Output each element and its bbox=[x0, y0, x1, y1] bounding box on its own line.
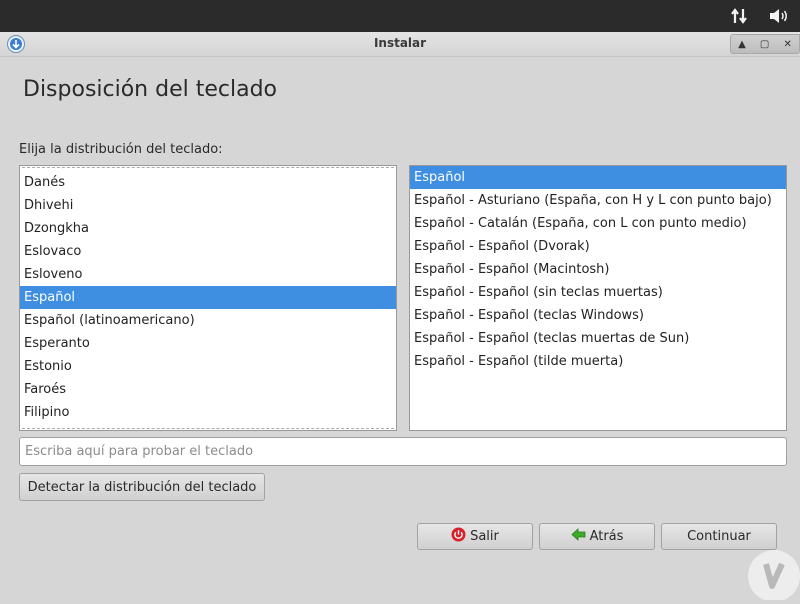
shade-button[interactable]: ▲ bbox=[738, 39, 746, 50]
variant-list-item[interactable]: Español - Asturiano (España, con H y L c… bbox=[410, 189, 786, 212]
variant-list-item[interactable]: Español bbox=[410, 166, 786, 189]
layout-list-item[interactable]: Danés bbox=[20, 171, 396, 194]
layout-list-item[interactable]: Esperanto bbox=[20, 332, 396, 355]
window-controls: ▲ ▢ ✕ bbox=[730, 34, 800, 54]
close-button[interactable]: ✕ bbox=[784, 39, 792, 50]
quit-button[interactable]: Salir bbox=[417, 523, 533, 550]
back-label: Atrás bbox=[589, 529, 624, 544]
layout-list-item[interactable]: Estonio bbox=[20, 355, 396, 378]
installer-download-icon bbox=[5, 34, 27, 54]
layout-list-item[interactable]: Faroés bbox=[20, 378, 396, 401]
variant-list-item[interactable]: Español - Español (teclas muertas de Sun… bbox=[410, 327, 786, 350]
variant-list-item[interactable]: Español - Español (Dvorak) bbox=[410, 235, 786, 258]
layout-list-item[interactable]: Dzongkha bbox=[20, 217, 396, 240]
keyboard-variant-list[interactable]: Español Español - Asturiano (España, con … bbox=[409, 165, 787, 431]
keyboard-test-input[interactable] bbox=[19, 437, 787, 466]
variant-list-item[interactable]: Español - Español (tilde muerta) bbox=[410, 350, 786, 373]
network-transfer-icon[interactable] bbox=[728, 5, 750, 27]
arrow-left-icon bbox=[570, 528, 586, 545]
window-titlebar[interactable]: Instalar bbox=[0, 32, 800, 57]
list-divider bbox=[22, 167, 394, 168]
watermark-logo-icon bbox=[744, 546, 800, 602]
layout-prompt-label: Elija la distribución del teclado: bbox=[19, 142, 223, 157]
volume-icon[interactable] bbox=[768, 5, 790, 27]
power-icon bbox=[451, 527, 466, 546]
layout-list-item[interactable]: Español bbox=[20, 286, 396, 309]
page-title: Disposición del teclado bbox=[23, 77, 277, 102]
variant-list-item[interactable]: Español - Español (sin teclas muertas) bbox=[410, 281, 786, 304]
layout-list-item[interactable]: Español (latinoamericano) bbox=[20, 309, 396, 332]
list-divider bbox=[22, 428, 394, 429]
back-button[interactable]: Atrás bbox=[539, 523, 655, 550]
variant-list-item[interactable]: Español - Español (Macintosh) bbox=[410, 258, 786, 281]
detect-layout-label: Detectar la distribución del teclado bbox=[27, 479, 257, 495]
top-panel bbox=[0, 0, 800, 32]
layout-list-item[interactable]: Dhivehi bbox=[20, 194, 396, 217]
continue-label: Continuar bbox=[687, 529, 751, 544]
layout-list-item[interactable]: Eslovaco bbox=[20, 240, 396, 263]
keyboard-layout-list[interactable]: Danés Dhivehi Dzongkha Eslovaco Esloveno Espa… bbox=[19, 165, 397, 431]
variant-list-item[interactable]: Español - Catalán (España, con L con pun… bbox=[410, 212, 786, 235]
layout-list-item[interactable]: Esloveno bbox=[20, 263, 396, 286]
layout-list-item[interactable]: Filipino bbox=[20, 401, 396, 424]
window-title: Instalar bbox=[373, 36, 427, 50]
quit-label: Salir bbox=[470, 529, 499, 544]
variant-list-item[interactable]: Español - Español (teclas Windows) bbox=[410, 304, 786, 327]
detect-layout-button[interactable]: Detectar la distribución del teclado bbox=[19, 473, 265, 501]
maximize-button[interactable]: ▢ bbox=[760, 39, 769, 50]
